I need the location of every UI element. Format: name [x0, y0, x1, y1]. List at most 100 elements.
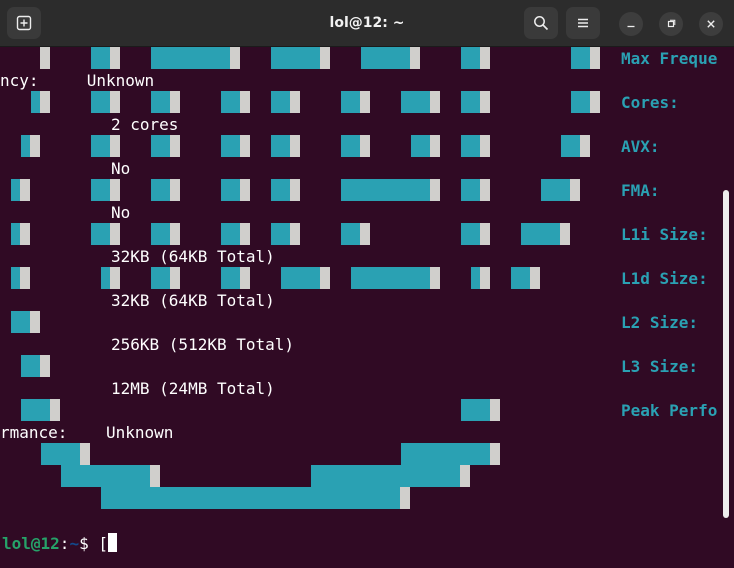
logo-block [471, 267, 490, 289]
logo-block-edge [110, 267, 120, 289]
logo-block-fill [271, 179, 290, 201]
logo-block [571, 47, 600, 69]
label-avx: AVX: [621, 137, 660, 156]
close-icon [707, 20, 715, 28]
label-l1d-size: L1d Size: [621, 269, 708, 288]
logo-block-edge [110, 179, 120, 201]
logo-block-edge [480, 223, 490, 245]
logo-block [151, 91, 180, 113]
logo-block [221, 91, 250, 113]
logo-block-fill [11, 311, 30, 333]
logo-block-edge [30, 311, 40, 333]
logo-block-edge [360, 223, 370, 245]
logo-block-fill [91, 135, 110, 157]
logo-block-edge [480, 179, 490, 201]
logo-block-fill [221, 267, 240, 289]
title-bar: lol@12: ~ [0, 0, 734, 47]
terminal-scrollbar[interactable] [723, 190, 729, 518]
logo-block [511, 267, 540, 289]
logo-block [461, 399, 500, 421]
logo-block-fill [461, 223, 480, 245]
logo-block-fill [101, 267, 110, 289]
logo-block-edge [480, 91, 490, 113]
label-peak-performance: Peak Perfo [621, 401, 718, 420]
logo-block-edge [590, 91, 600, 113]
logo-block [341, 179, 440, 201]
logo-block [341, 91, 370, 113]
logo-block [40, 47, 50, 69]
menu-button[interactable] [566, 7, 600, 39]
logo-block-edge [580, 135, 590, 157]
logo-block-edge [430, 91, 440, 113]
output-cores-value: 2 cores [111, 115, 179, 134]
label-cores: Cores: [621, 93, 679, 112]
logo-block-edge [290, 179, 300, 201]
logo-block-fill [281, 267, 320, 289]
logo-block-fill [91, 91, 110, 113]
logo-block-fill [11, 179, 20, 201]
logo-block-edge [290, 223, 300, 245]
logo-block [221, 267, 250, 289]
minimize-icon [627, 25, 635, 28]
logo-block-fill [311, 465, 460, 487]
logo-block [461, 223, 490, 245]
shell-prompt[interactable]: lol@12:~$ [ [2, 533, 117, 554]
logo-block-fill [271, 47, 320, 69]
logo-block [101, 267, 120, 289]
text-cursor [107, 533, 117, 552]
terminal-area[interactable]: ncy: Unknown 2 cores No No 32KB (64KB To… [0, 47, 734, 568]
logo-block-edge [570, 179, 580, 201]
logo-block-fill [21, 135, 30, 157]
logo-block [411, 135, 440, 157]
logo-block [271, 179, 300, 201]
logo-block [281, 267, 330, 289]
logo-block-fill [271, 91, 290, 113]
logo-block-edge [170, 267, 180, 289]
logo-block-edge [240, 179, 250, 201]
prompt-typed-text: [ [98, 534, 108, 553]
logo-block-edge [170, 91, 180, 113]
logo-block-fill [341, 179, 430, 201]
logo-block-fill [221, 223, 240, 245]
maximize-button[interactable] [659, 12, 683, 36]
logo-block-fill [221, 135, 240, 157]
logo-block [221, 135, 250, 157]
logo-block-fill [21, 399, 50, 421]
logo-block-edge [40, 91, 50, 113]
logo-block-fill [461, 135, 480, 157]
logo-block-edge [230, 47, 240, 69]
logo-block-fill [401, 91, 430, 113]
logo-block-fill [151, 179, 170, 201]
logo-block [11, 311, 40, 333]
logo-block-fill [151, 223, 170, 245]
logo-block [351, 267, 440, 289]
logo-block-fill [21, 355, 40, 377]
logo-block [151, 223, 180, 245]
logo-block-fill [11, 223, 20, 245]
logo-block-fill [151, 91, 170, 113]
logo-block-fill [461, 179, 480, 201]
minimize-button[interactable] [619, 12, 643, 36]
logo-block-edge [20, 267, 30, 289]
logo-block [91, 223, 120, 245]
logo-block [101, 487, 410, 509]
logo-block-fill [461, 91, 480, 113]
logo-block-fill [271, 223, 290, 245]
logo-block [151, 267, 180, 289]
output-l3-value: 12MB (24MB Total) [111, 379, 275, 398]
close-button[interactable] [699, 12, 723, 36]
output-latency-line: ncy: Unknown [0, 71, 155, 90]
label-fma: FMA: [621, 181, 660, 200]
logo-block [221, 179, 250, 201]
logo-block-fill [91, 179, 110, 201]
logo-block-fill [151, 267, 170, 289]
logo-block-edge [410, 47, 420, 69]
search-button[interactable] [524, 7, 558, 39]
logo-block-fill [361, 47, 410, 69]
logo-block-edge [430, 267, 440, 289]
logo-block-edge [240, 91, 250, 113]
logo-block-edge [240, 267, 250, 289]
logo-block-fill [151, 47, 230, 69]
logo-block [271, 223, 300, 245]
logo-block-fill [221, 91, 240, 113]
